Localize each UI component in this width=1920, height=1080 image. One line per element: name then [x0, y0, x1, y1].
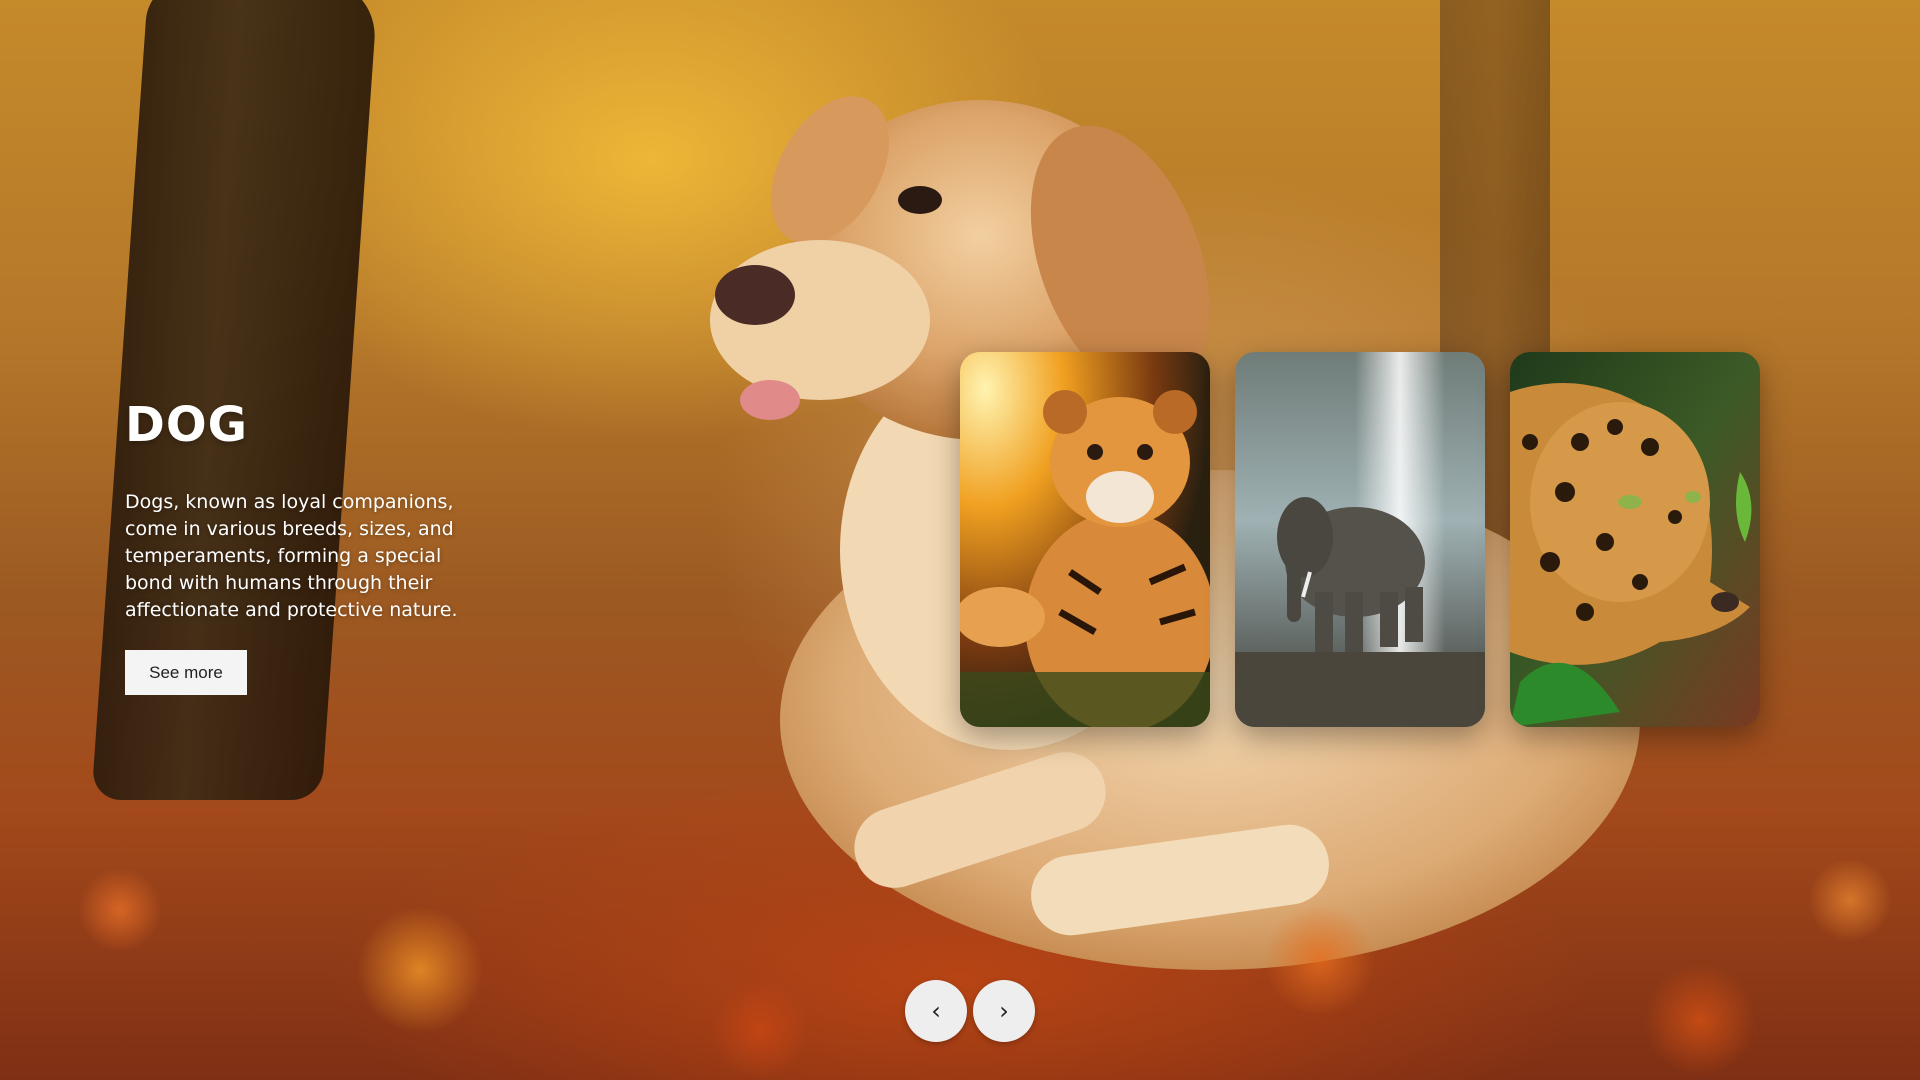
elephant-image [1235, 352, 1485, 727]
thumbnail-list [960, 352, 1760, 727]
see-more-button[interactable]: See more [125, 650, 247, 695]
chevron-left-icon[interactable]: ‹ [905, 980, 967, 1042]
tiger-image [960, 352, 1210, 727]
slider-stage: DOG Dogs, known as loyal companions, com… [0, 0, 1920, 1080]
thumbnail-leopard[interactable] [1510, 352, 1760, 727]
hero-description: Dogs, known as loyal companions, come in… [125, 491, 458, 621]
hero-title: DOG [125, 397, 249, 453]
slider-navigation: ‹ › [905, 980, 1035, 1042]
leopard-image [1510, 352, 1760, 727]
thumbnail-tiger[interactable] [960, 352, 1210, 727]
chevron-right-icon[interactable]: › [973, 980, 1035, 1042]
hero-content: DOG Dogs, known as loyal companions, com… [125, 395, 495, 695]
thumbnail-elephant[interactable] [1235, 352, 1485, 727]
